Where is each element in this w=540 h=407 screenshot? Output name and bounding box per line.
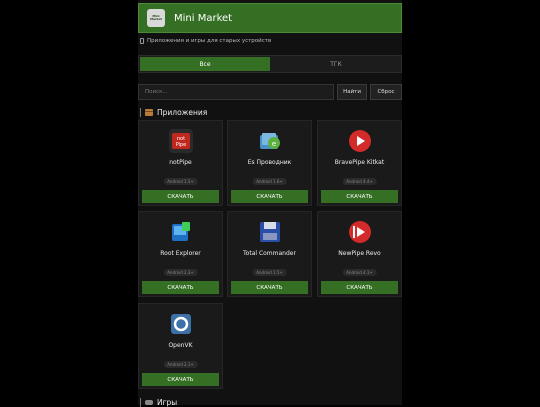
download-button[interactable]: СКАЧАТЬ [142, 190, 219, 203]
android-version-badge: Android 2.1+ [163, 361, 198, 368]
download-button[interactable]: СКАЧАТЬ [231, 190, 308, 203]
app-name: BravePipe Kitkat [334, 159, 385, 166]
app-card-notpipe[interactable]: not Pipe notPipe Android 1.5+ СКАЧАТЬ [138, 120, 223, 206]
openvk-icon [169, 312, 193, 336]
section-divider [140, 108, 141, 117]
section-divider [140, 398, 141, 407]
app-name: Es Проводник [247, 159, 292, 166]
download-button[interactable]: СКАЧАТЬ [321, 190, 398, 203]
app-name: OpenVK [168, 342, 193, 349]
subtitle-text: Приложения и игры для старых устройств [147, 38, 272, 44]
bravepipe-icon [348, 129, 372, 153]
svg-text:e: e [272, 140, 276, 148]
tab-tgk[interactable]: ТГК [271, 56, 401, 72]
section-games-heading: Игры [140, 398, 177, 407]
android-version-badge: Android 1.6+ [252, 178, 287, 185]
app-card-newpipe-revo[interactable]: NewPipe Revo Android 4.1+ СКАЧАТЬ [317, 211, 402, 297]
android-version-badge: Android 4.4+ [342, 178, 377, 185]
app-header: Mini Market Mini Market [138, 3, 402, 33]
subtitle: Приложения и игры для старых устройств [140, 38, 271, 44]
android-version-badge: Android 4.1+ [342, 269, 377, 276]
newpipe-icon [348, 220, 372, 244]
page-title: Mini Market [174, 12, 233, 24]
app-name: Total Commander [243, 250, 296, 257]
app-card-total-commander[interactable]: Total Commander Android 1.5+ СКАЧАТЬ [227, 211, 312, 297]
download-button[interactable]: СКАЧАТЬ [142, 373, 219, 386]
package-icon [145, 109, 153, 116]
android-version-badge: Android 1.5+ [163, 178, 198, 185]
download-button[interactable]: СКАЧАТЬ [231, 281, 308, 294]
section-apps-heading: Приложения [140, 108, 207, 117]
app-card-es-explorer[interactable]: e Es Проводник Android 1.6+ СКАЧАТЬ [227, 120, 312, 206]
phone-icon [140, 38, 144, 44]
download-button[interactable]: СКАЧАТЬ [321, 281, 398, 294]
es-explorer-icon: e [258, 129, 282, 153]
android-version-badge: Android 2.3+ [163, 269, 198, 276]
svg-text:Pipe: Pipe [176, 142, 187, 148]
find-button[interactable]: Найти [337, 84, 367, 100]
total-commander-icon [258, 220, 282, 244]
gamepad-icon [145, 400, 153, 405]
app-card-bravepipe[interactable]: BravePipe Kitkat Android 4.4+ СКАЧАТЬ [317, 120, 402, 206]
tab-all[interactable]: Все [140, 57, 270, 71]
tab-bar: Все ТГК [138, 55, 402, 73]
section-apps-label: Приложения [157, 108, 208, 117]
app-name: Root Explorer [160, 250, 201, 257]
download-button[interactable]: СКАЧАТЬ [142, 281, 219, 294]
app-name: notPipe [169, 159, 192, 166]
search-input[interactable] [138, 84, 334, 100]
app-card-root-explorer[interactable]: Root Explorer Android 2.3+ СКАЧАТЬ [138, 211, 223, 297]
section-games-label: Игры [157, 398, 178, 407]
notpipe-icon: not Pipe [169, 129, 193, 153]
reset-button[interactable]: Сброс [370, 84, 402, 100]
app-name: NewPipe Revo [338, 250, 381, 257]
logo-text: Mini Market [150, 15, 162, 21]
android-version-badge: Android 1.5+ [252, 269, 287, 276]
search-row: Найти Сброс [138, 84, 402, 100]
app-card-openvk[interactable]: OpenVK Android 2.1+ СКАЧАТЬ [138, 303, 223, 389]
mini-market-logo-icon: Mini Market [147, 9, 165, 27]
root-explorer-icon [169, 220, 193, 244]
